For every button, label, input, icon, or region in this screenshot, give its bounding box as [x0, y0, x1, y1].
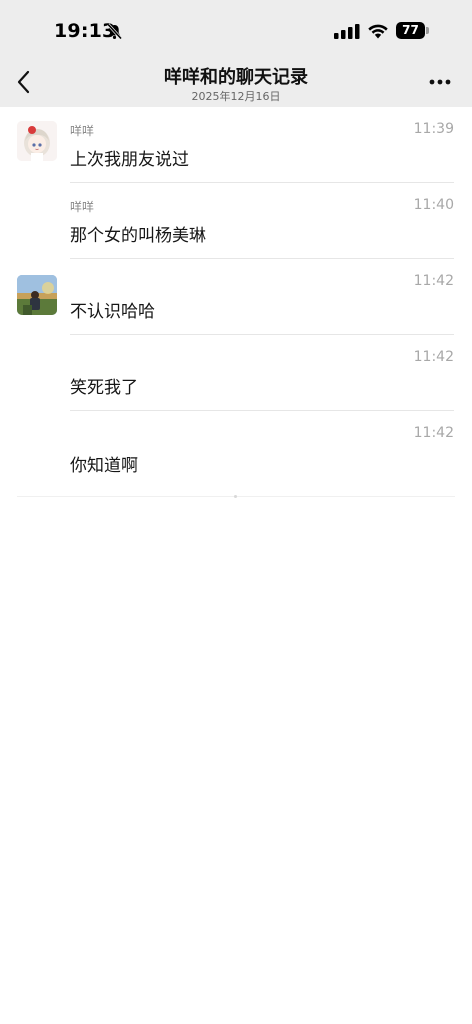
battery-level: 77 [402, 23, 419, 37]
list-end-dot [234, 495, 237, 498]
message-time: 11:40 [413, 197, 454, 213]
message-text[interactable]: 不认识哈哈 [70, 297, 155, 322]
anime-girl-avatar-image [17, 121, 57, 161]
anime-girl-avatar[interactable] [17, 121, 57, 161]
signal-icon [334, 24, 360, 39]
message-text[interactable]: 你知道啊 [70, 451, 138, 476]
more-dots-icon[interactable] [429, 78, 451, 86]
message-time: 11:42 [413, 273, 454, 289]
photo-avatar-image [17, 275, 57, 315]
sender-name: 咩咩 [70, 200, 95, 214]
message-item[interactable]: 咩咩 11:39 上次我朋友说过 [0, 107, 472, 183]
message-time: 11:39 [413, 121, 454, 137]
message-text[interactable]: 上次我朋友说过 [70, 145, 189, 170]
bell-slash-icon [107, 23, 123, 40]
message-time: 11:42 [413, 425, 454, 441]
message-item[interactable]: 11:42 你知道啊 [0, 411, 472, 491]
battery-tip [426, 27, 429, 34]
message-text[interactable]: 笑死我了 [70, 373, 138, 398]
wifi-icon [368, 24, 388, 39]
battery-icon: 77 [396, 22, 425, 39]
message-item[interactable]: 11:42 不认识哈哈 [0, 259, 472, 335]
photo-avatar[interactable] [17, 275, 57, 315]
message-item[interactable]: 咩咩 11:40 那个女的叫杨美琳 [0, 183, 472, 259]
sender-name: 咩咩 [70, 124, 95, 138]
page-title: 咩咩和的聊天记录 [164, 67, 308, 88]
message-time: 11:42 [413, 349, 454, 365]
page-subtitle: 2025年12月16日 [191, 90, 281, 103]
top-bar: 19:13 77 咩咩和的聊天记录 2025年12月16日 [0, 0, 472, 107]
message-item[interactable]: 11:42 笑死我了 [0, 335, 472, 411]
message-text[interactable]: 那个女的叫杨美琳 [70, 221, 206, 246]
